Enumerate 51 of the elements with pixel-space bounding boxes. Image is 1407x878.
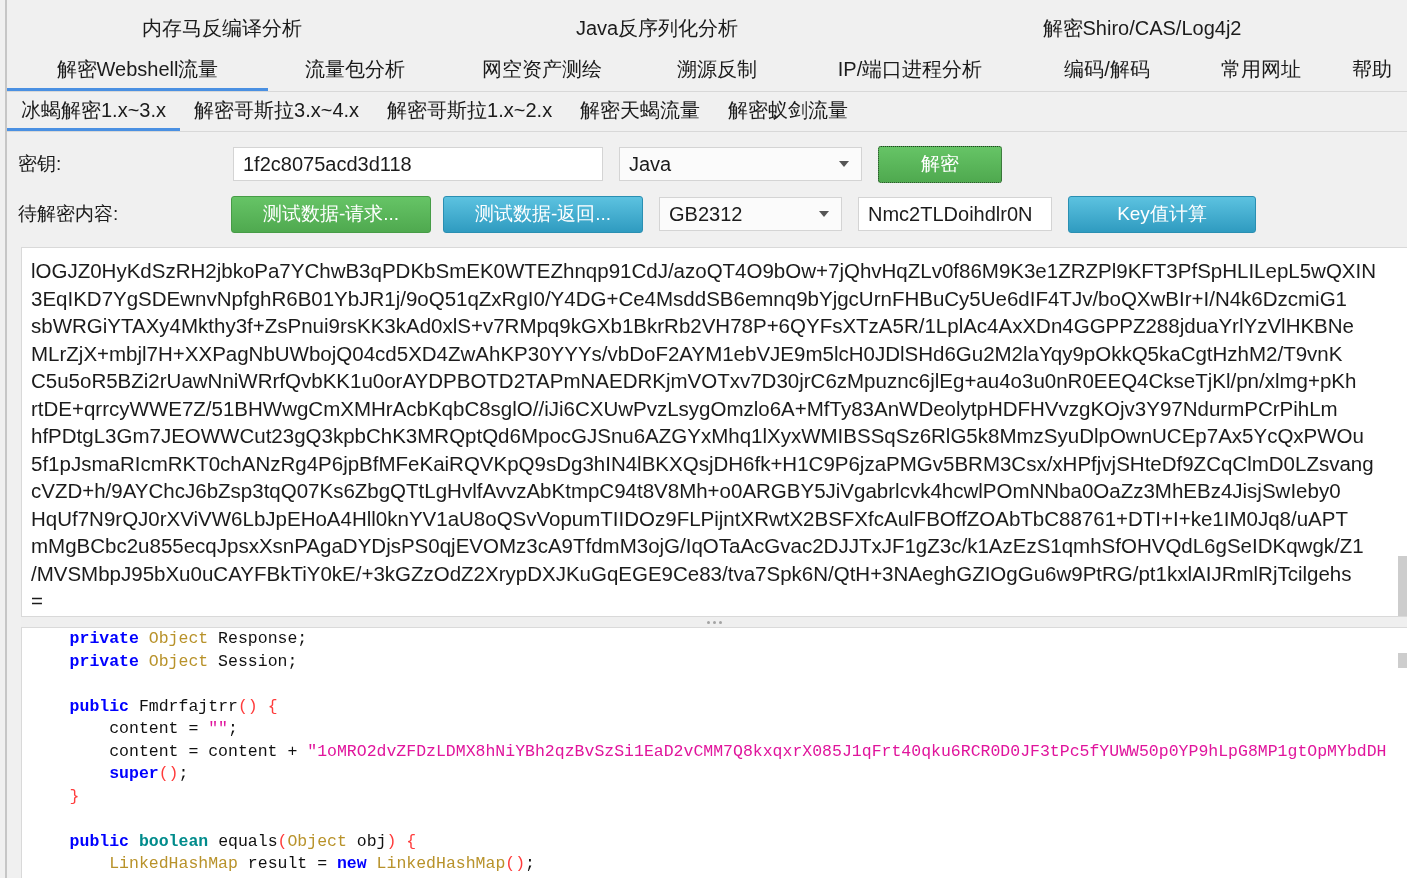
code-line: private Object Session; [69,650,299,673]
tab[interactable]: 流量包分析 [268,50,442,91]
grip-dots-icon [706,620,722,624]
tab[interactable]: 编码/解码 [1028,50,1186,91]
caret-icon [819,211,829,217]
language-dropdown[interactable]: Java [619,147,862,181]
code-line: super(); [109,763,190,785]
ciphertext-line: HqUf7N9rQJ0rXViVW6LbJpEHoA4Hll0knYV1aU8oQSvVopumTIIDOz9FLPijntXRwtX2BSFXfcAulFBOffZOAbTbC88761+DTI+I+ke1IM0Jq8/uAPT [31,505,1349,532]
ciphertext-line: mMgBCbc2u855ecqJpsxXsnPAgaDYDjsPS0qjEVOMz3cA9TfdmM3ojG/IqOTaAcGvac2DJJTxJF1gZ3c/k1AzEzS1qmhSfOHVQdL6gSeIDKqwgk/Z1 [31,533,1365,559]
tab[interactable]: 冰蝎解密1.x~3.x [7,92,181,131]
tab[interactable]: IP/端口进程分析 [792,50,1028,91]
code-line: LinkedHashMap result = new LinkedHashMap(); [109,853,536,875]
code-line: public Fmdrfajtrr() { [69,695,279,718]
code-line: private Object Response; [69,628,309,650]
ciphertext-line: sbWRGiYTAXy4Mkthy3f+ZsPnui9rsKK3kAd0xlS+v7RMpq9kGXb1BkrRb2VH78P+6QYFsXTzA5R/1LplAc4AxXDn4GGPPZ288jduaYrlYzVlHKBNe [31,313,1355,339]
code-line: public boolean equals(Object obj) { [69,830,418,853]
code-line: content = content + "1oMRO2dvZFDzLDMX8hNiYBh2qzBvSzSi1EaD2vCMM7Q8kxqxrX085J1qFrt40qku6RCR0D0JF3tPc5fYUWW50p0YP9hLpG8MP1gtOpMYbdDH [109,740,1388,763]
tab[interactable]: 解密Shiro/CAS/Log4j2 [877,10,1407,50]
tab[interactable]: 解密哥斯拉1.x~2.x [373,92,567,131]
caret-icon [839,161,849,167]
field-label: 待解密内容: [18,202,120,226]
ciphertext-line: /MVSMbpJ95bXu0uCAYFBkTiY0kE/+3kGZzOdZ2XrypDXJKuGqEGE9Ce83/tva7Spk6N/QtH+3NAeghGZIOgGu6w9PtRG/pt1kxlAIJRmlRjTcilgehs [31,560,1353,587]
encoding-dropdown[interactable]: GB2312 [659,197,842,231]
ciphertext-line: 3EqIKD7YgSDEwnvNpfghR6B01YbJR1j/9oQ51qZxRgI0/Y4DG+Ce4MsddSB6emnq9bYjgcUrnFHBuCy5Ue6dIF4TJv/boQXwBIr+I/N4k6DzcmiG1 [31,285,1348,312]
ciphertext-line: MLrZjX+mbjl7H+XXPagNbUWbojQ04cd5XD4ZwAhKP30YYYs/vbDoF2AYM1ebVJE9m5lcH0JDlSHd6Gu2M2laYqy9pOkkQ5kaCgtHzhM2/T9vnK [31,340,1344,367]
text-field[interactable]: Nmc2TLDoihdlr0N [858,197,1052,231]
field-label: 密钥: [18,152,63,176]
code-line: } [69,785,81,808]
ciphertext-line: hfPDtgL3Gm7JEOWWCut23gQ3kpbChK3MRQptQd6MpocGJSnu6AZGYxMhq1lXyxWMIBSSqSz6RlG5k8MmzSyuDlpOwnUCEp7Ax5YcQxPWOu [31,423,1365,449]
tab[interactable]: 解密天蝎流量 [566,92,715,131]
scrollbar-thumb[interactable] [1398,653,1407,668]
code-editor[interactable] [21,628,1407,878]
ciphertext-line: = [31,588,44,614]
key-field[interactable]: 1f2c8075acd3d118 [233,147,603,181]
ciphertext-field[interactable] [21,247,1407,617]
tab[interactable]: 网空资产测绘 [442,50,642,91]
tab[interactable]: Java反序列化分析 [437,10,877,50]
tab[interactable]: 帮助 [1336,50,1407,91]
tab[interactable]: 常用网址 [1186,50,1336,91]
ciphertext-line: rtDE+qrrcyWWE7Z/51BHWwgCmXMHrAcbKqbC8sglO//iJi6CXUwPvzLsygOmzlo6A+MfTy83AnWDeolytpHDFHVvzgKOjv3Y97NdurmPCrPihLm [31,395,1339,422]
ciphertext-line: cVZD+h/9AYChcJ6bZsp3tqQ07Ks6ZbgQTtLgHvlfAvvzAbKtmpC94t8V8Mh+o0ARGBY5JiVgabrlcvk4hcwlPOmNNba0OaZz3MhEBz4JisjSwIeby0 [31,478,1342,504]
code-line: content = ""; [109,718,239,740]
tab[interactable]: 解密Webshell流量 [7,50,268,91]
ciphertext-line: C5u5oR5BZi2rUawNniWRrfQvbKK1u0orAYDPBOTD2TAPmNAEDRKjmVOTxv7D30jrC6zMpuznc6jlEg+au4o3u0nR0EEQ4CkseTjKl/pn/xlmg+pKh [31,368,1358,394]
tab[interactable]: 解密蚁剑流量 [714,92,863,131]
ciphertext-line: 5f1pJsmaRIcmRKT0chANzRg4P6jpBfMFeKaiRQVKpQ9sDg3hIN4lBKXQsjDH6fk+H1C9P6jzaPMGv5BRM3Csx/xHPfjvjSHteDf9ZCqClmD0LZsvang [31,450,1375,477]
tab[interactable]: 溯源反制 [642,50,792,91]
tab[interactable]: 内存马反编译分析 [7,10,437,50]
scrollbar-thumb[interactable] [1398,556,1407,616]
ciphertext-line: lOGJZ0HyKdSzRH2jbkoPa7YChwB3qPDKbSmEK0WTEZhnqp91CdJ/azoQT4O9bOw+7jQhvHqZLv0f86M9K3e1ZRZPl9KFT3PfSpHLILepL5wQXIN [31,258,1378,284]
tab[interactable]: 解密哥斯拉3.x~4.x [180,92,374,131]
